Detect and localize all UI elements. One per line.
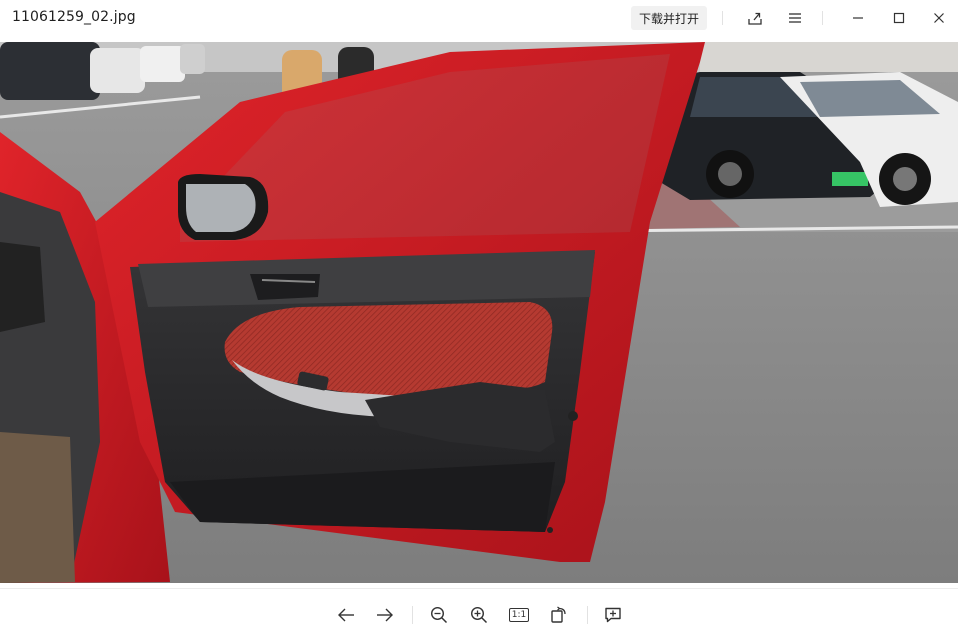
comment-add-icon[interactable]: [602, 604, 624, 626]
image-viewer-window: 11061259_02.jpg 下载并打开 1:1: [0, 0, 958, 638]
image-viewport[interactable]: [0, 42, 958, 583]
car-door-photo: [0, 42, 958, 583]
zoom-out-icon[interactable]: [428, 604, 450, 626]
rotate-icon[interactable]: [548, 604, 570, 626]
download-and-open-button[interactable]: 下载并打开: [631, 6, 707, 30]
actual-size-icon[interactable]: 1:1: [508, 604, 530, 626]
window-title: 11061259_02.jpg: [12, 9, 136, 25]
title-separator: [722, 11, 723, 25]
next-arrow-icon[interactable]: [374, 604, 396, 626]
zoom-in-icon[interactable]: [468, 604, 490, 626]
share-icon[interactable]: [745, 8, 765, 28]
bottom-toolbar: 1:1: [0, 588, 958, 638]
minimize-icon[interactable]: [848, 8, 868, 28]
title-separator: [822, 11, 823, 25]
toolbar-separator: [412, 606, 413, 624]
title-bar: 11061259_02.jpg 下载并打开: [0, 0, 958, 36]
toolbar-separator: [587, 606, 588, 624]
close-icon[interactable]: [929, 8, 949, 28]
maximize-icon[interactable]: [889, 8, 909, 28]
actual-size-label: 1:1: [508, 608, 530, 622]
previous-arrow-icon[interactable]: [335, 604, 357, 626]
menu-icon[interactable]: [785, 8, 805, 28]
